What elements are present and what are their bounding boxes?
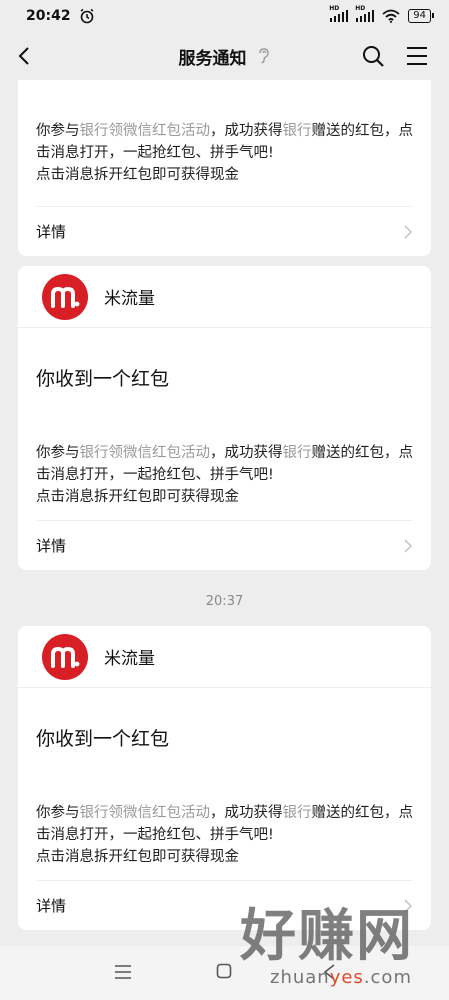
body-muted-text: 银行 [282,123,312,139]
card-header: 米流量 [18,266,431,328]
alarm-icon [80,8,94,24]
status-right: HD HD 94 [329,5,434,23]
menu-icon[interactable] [405,44,429,68]
body-text: 你参与 [36,805,80,821]
watermark-url-part: yes [329,967,364,988]
card-header: 米流量 [18,626,431,688]
ear-icon [258,48,269,64]
nav-bar: 服务通知 [0,32,449,80]
brand-name: 米流量 [104,649,155,669]
card-body: 你参与银行领微信红包活动，成功获得银行赠送的红包，点击消息打开，一起抢红包、拼手… [18,776,431,868]
notification-card[interactable]: 你参与银行领微信红包活动，成功获得银行赠送的红包，点击消息打开，一起抢红包、拼手… [18,80,431,256]
watermark-text: 好赚网 [240,904,414,969]
watermark: 好赚网 zhuanyes.com [240,905,440,995]
m-logo-icon [51,286,80,308]
status-bar: 20:42 HD HD 94 [0,0,449,32]
recent-apps-icon[interactable] [114,964,132,980]
status-left: 20:42 [26,8,95,24]
signal-icon: HD [329,5,349,22]
brand-logo [42,633,88,680]
body-text: ，成功获得 [210,445,283,461]
card-footer[interactable]: 详情 [36,206,413,256]
body-text: 点击消息拆开红包即可获得现金 [36,167,239,183]
body-muted-text: 银行领微信红包活动 [79,123,211,139]
wifi-icon [382,9,400,23]
card-footer[interactable]: 详情 [36,520,413,570]
body-text: ，成功获得 [210,123,283,139]
watermark-url: zhuanyes.com [270,967,412,988]
brand-logo [42,273,88,320]
body-muted-text: 银行领微信红包活动 [79,805,211,821]
detail-link[interactable]: 详情 [36,535,66,556]
detail-link[interactable]: 详情 [36,221,66,242]
message-timestamp: 20:37 [205,594,244,609]
m-logo-icon [51,646,80,668]
watermark-url-part: .com [363,967,412,988]
chevron-right-icon [404,224,413,239]
detail-link[interactable]: 详情 [36,895,66,916]
home-icon[interactable] [216,963,232,979]
battery-icon: 94 [408,9,434,23]
back-arrow-icon[interactable] [14,44,38,68]
status-time: 20:42 [26,8,71,24]
body-muted-text: 银行领微信红包活动 [79,445,211,461]
card-body: 你参与银行领微信红包活动，成功获得银行赠送的红包，点击消息打开，一起抢红包、拼手… [18,416,431,508]
network-label: HD [355,5,366,12]
body-text: ，成功获得 [210,805,283,821]
body-muted-text: 银行 [282,805,312,821]
network-label: HD [329,5,340,12]
search-icon[interactable] [361,44,385,68]
page-title: 服务通知 [178,48,247,69]
chevron-right-icon [404,538,413,553]
brand-name: 米流量 [104,289,155,309]
card-body: 你参与银行领微信红包活动，成功获得银行赠送的红包，点击消息打开，一起抢红包、拼手… [18,80,431,186]
body-text: 你参与 [36,445,80,461]
body-text: 点击消息拆开红包即可获得现金 [36,489,239,505]
body-muted-text: 银行 [282,445,312,461]
body-text: 点击消息拆开红包即可获得现金 [36,849,239,865]
notification-card[interactable]: 米流量 你收到一个红包 你参与银行领微信红包活动，成功获得银行赠送的红包，点击消… [18,266,431,570]
notification-card[interactable]: 米流量 你收到一个红包 你参与银行领微信红包活动，成功获得银行赠送的红包，点击消… [18,626,431,930]
signal-icon: HD [355,5,375,22]
card-title: 你收到一个红包 [36,368,170,390]
watermark-url-part: zhuan [270,967,330,988]
card-title: 你收到一个红包 [36,728,170,750]
body-text: 你参与 [36,123,80,139]
